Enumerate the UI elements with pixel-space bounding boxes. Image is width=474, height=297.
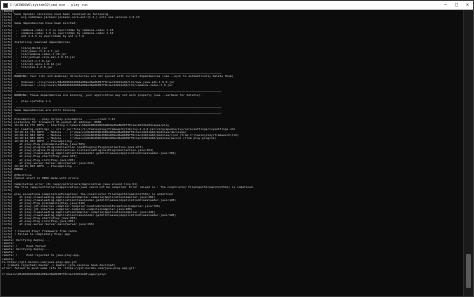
close-button[interactable]: ✕ (462, 1, 473, 9)
line-text: WARNING: Your lib/ and modules/ director… (12, 74, 234, 78)
line-text: Cannot start in PROD mode with errors (12, 177, 79, 181)
line-text: ERROR ~ (12, 167, 27, 171)
cmd-icon (3, 2, 8, 8)
line-text: · lib/stax-1.2.0.jar (12, 65, 53, 69)
minimize-icon: – (443, 2, 447, 8)
line-text: · play->jsfcdnp 1.1 (12, 99, 51, 103)
minimize-button[interactable]: – (440, 1, 451, 9)
line-text: · Unknown: ~/ivy/local/b8e6b96bb20b6a0b9… (12, 84, 173, 88)
console-line: C:\Users\b8e6b96bb20b6a0b9ed6e8b09ff0c1e… (2, 273, 464, 276)
line-text: ! Failed to completely Play! app. (12, 232, 72, 236)
line-text: · ant 1.6.5 is overridden by ant 1.7.0 (12, 34, 84, 38)
maximize-button[interactable]: □ (451, 1, 462, 9)
close-icon: ✕ (465, 2, 469, 8)
title-bar[interactable]: C:\WINDOWS\system32\cmd.exe - play run –… (1, 1, 473, 10)
console-output[interactable]: [ERROR] [info] Some dynamic revisions hav… (2, 10, 464, 296)
line-prefix: C:\Users\b8e6b96bb20b6a0b9ed6e8b09ff0c1e… (2, 272, 107, 276)
maximize-icon: □ (454, 2, 458, 8)
line-text: Installing resolved dependencies. (12, 40, 72, 44)
line-text: The file /app/controllers/Application.ja… (12, 186, 253, 190)
line-text: at play.server.Server.main(Server.java:1… (12, 223, 95, 227)
line-text: failed to push some refs to 'https://git… (12, 266, 137, 270)
scrollbar-thumb[interactable] (466, 254, 471, 289)
line-text: ~~~~~~~~~~~~~~~~~~~~~~~~~~~~~~~~~~~~~~~~… (12, 112, 222, 116)
window-controls: – □ ✕ (440, 1, 473, 9)
line-prefix: error: (2, 266, 13, 270)
terminal-window: C:\WINDOWS\system32\cmd.exe - play run –… (0, 0, 474, 297)
line-text: WARNING: These dependencies are missing,… (12, 93, 203, 97)
window-title: C:\WINDOWS\system32\cmd.exe - play run (10, 3, 88, 7)
line-text: · org.codehaus.jackson:jackson-core-asl:… (12, 16, 140, 20)
line-text: Verifying deploy... (14, 248, 49, 252)
line-text: Some dependencies have been evicted: (12, 22, 77, 26)
line-text: Verifying deploy... (14, 238, 49, 242)
vertical-scrollbar[interactable] (463, 10, 473, 296)
line-text: ! Push rejected to java-play-app. (14, 254, 81, 258)
